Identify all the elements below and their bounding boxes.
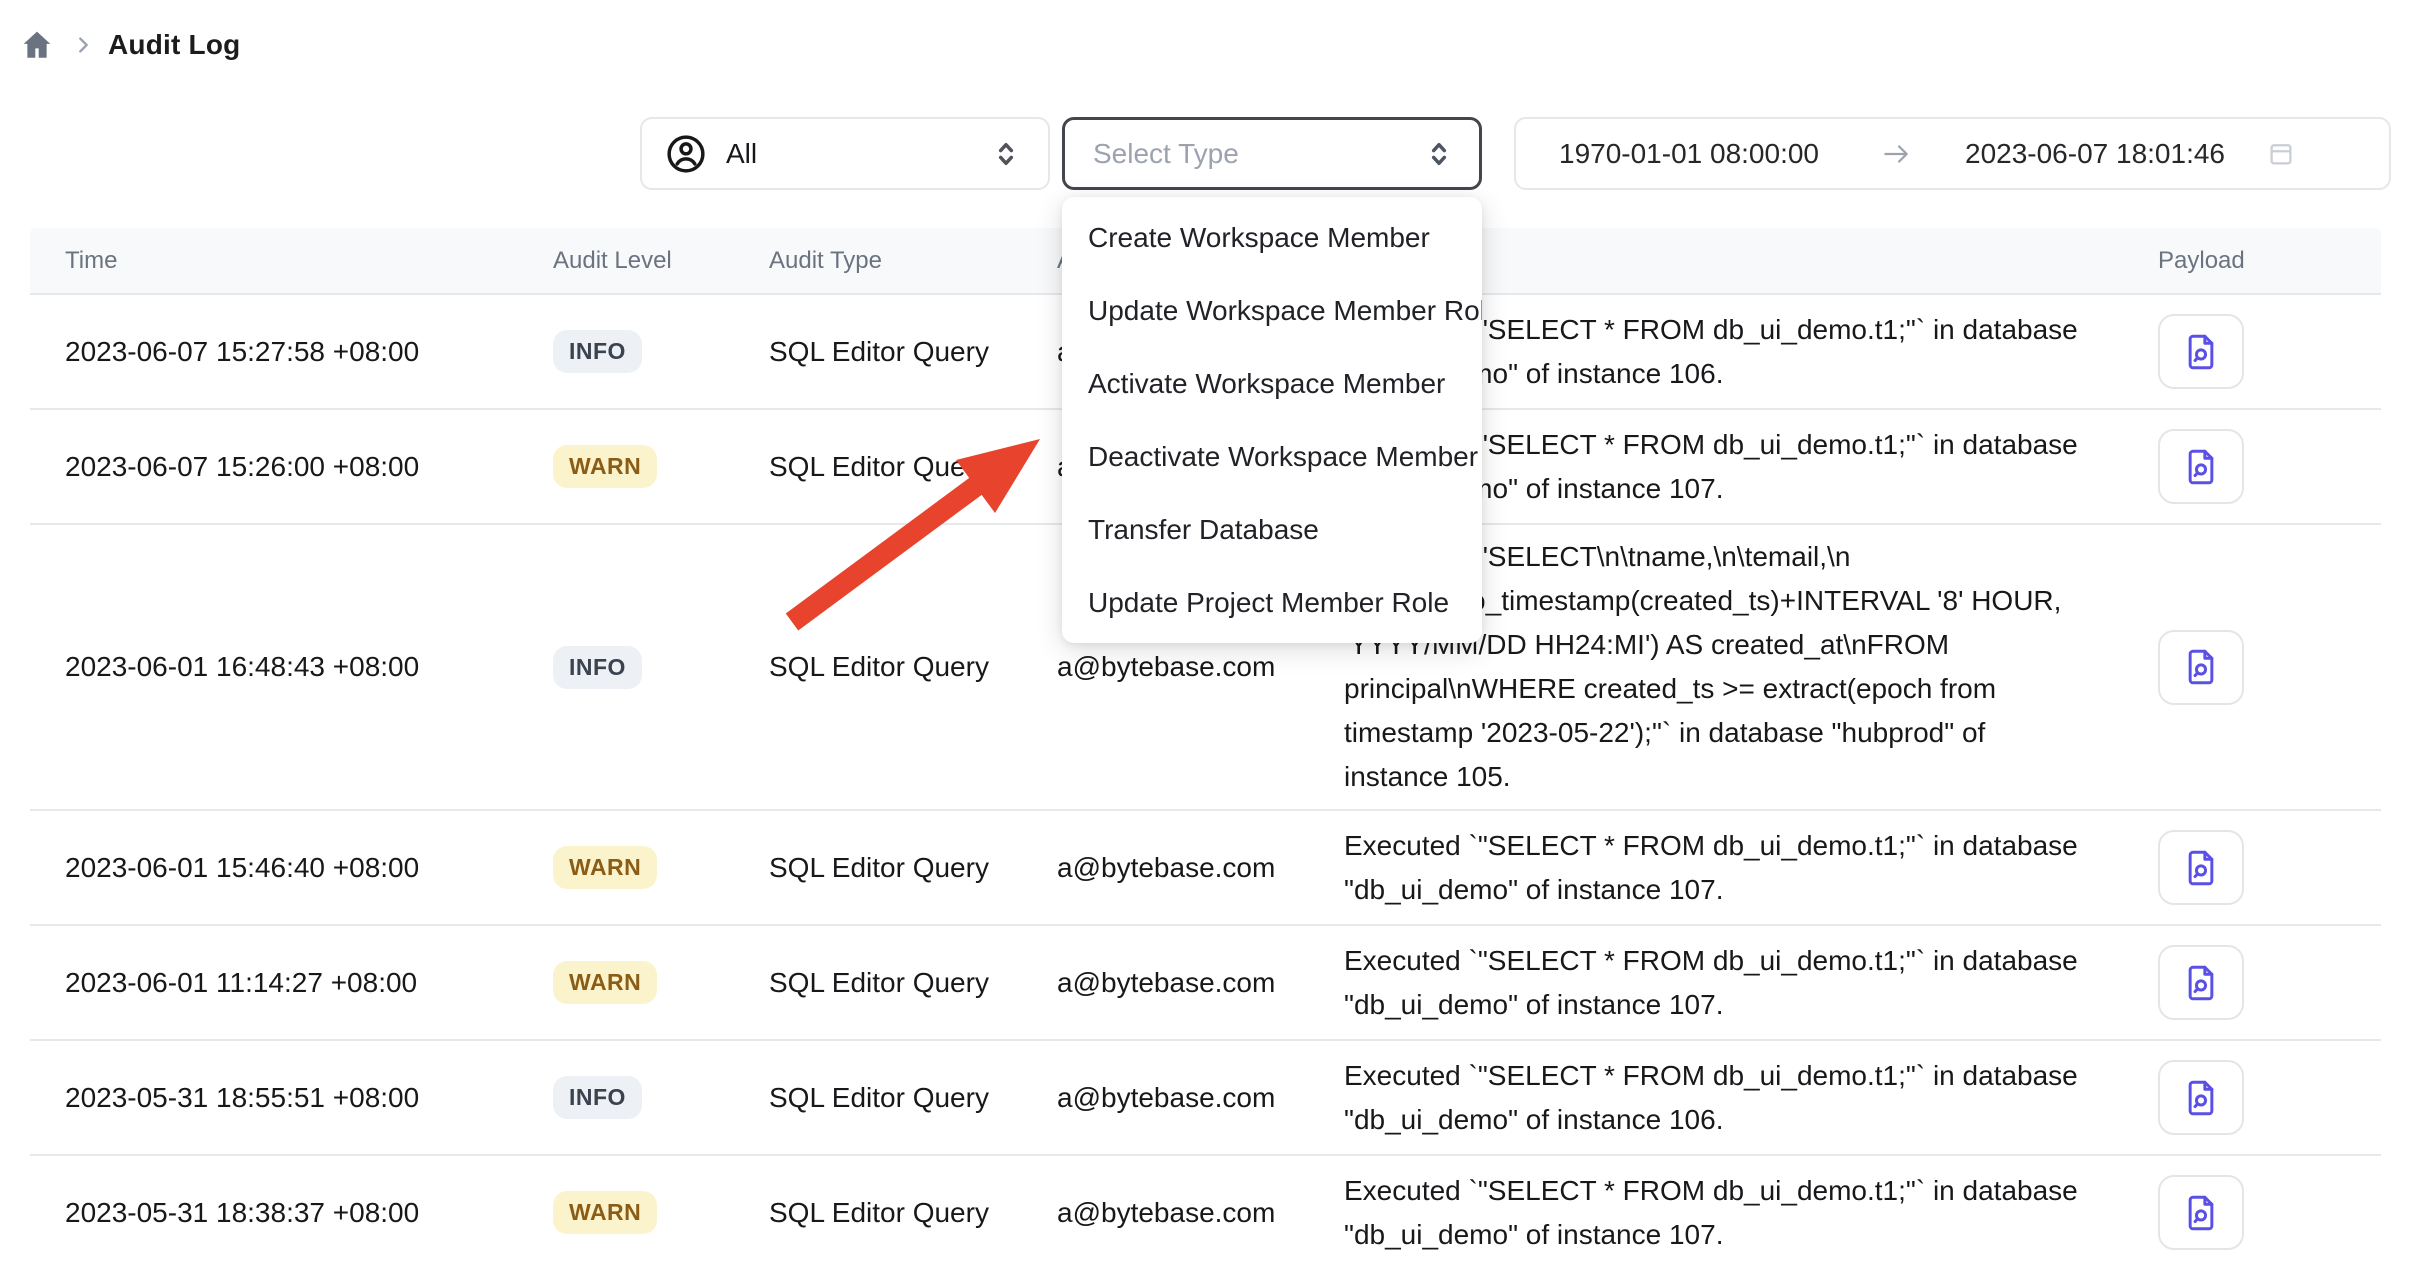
- row-audit-type: SQL Editor Query: [769, 336, 1057, 368]
- actor-filter-select[interactable]: All: [640, 117, 1050, 190]
- audit-level-badge: WARN: [553, 1191, 657, 1234]
- row-comment: Executed `"SELECT * FROM db_ui_demo.t1;"…: [1344, 1044, 2120, 1152]
- row-audit-type: SQL Editor Query: [769, 1197, 1057, 1229]
- file-search-icon: [2180, 1192, 2222, 1234]
- col-header-audit-type: Audit Type: [769, 247, 1057, 275]
- row-audit-type: SQL Editor Query: [769, 651, 1057, 683]
- col-header-audit-level: Audit Level: [553, 247, 769, 275]
- file-search-icon: [2180, 446, 2222, 488]
- row-time: 2023-06-01 15:46:40 +08:00: [65, 852, 553, 884]
- audit-level-badge: INFO: [553, 330, 642, 373]
- audit-level-badge: INFO: [553, 1076, 642, 1119]
- row-comment: Executed `"SELECT * FROM db_ui_demo.t1;"…: [1344, 1159, 2120, 1267]
- chevron-right-icon: [72, 34, 94, 56]
- file-search-icon: [2180, 331, 2222, 373]
- type-menu-option[interactable]: Update Project Member Role: [1062, 566, 1482, 639]
- row-time: 2023-05-31 18:38:37 +08:00: [65, 1197, 553, 1229]
- type-menu-option[interactable]: Transfer Database: [1062, 493, 1482, 566]
- row-audit-type: SQL Editor Query: [769, 967, 1057, 999]
- date-range-end[interactable]: 2023-06-07 18:01:46: [1965, 138, 2225, 170]
- type-select-menu: Create Workspace Member Update Workspace…: [1062, 197, 1482, 643]
- payload-view-button[interactable]: [2158, 1060, 2244, 1135]
- row-audit-type: SQL Editor Query: [769, 451, 1057, 483]
- user-circle-icon: [664, 132, 708, 176]
- file-search-icon: [2180, 962, 2222, 1004]
- breadcrumb: Audit Log: [18, 26, 240, 64]
- audit-level-badge: INFO: [553, 646, 642, 689]
- row-actor: a@bytebase.com: [1057, 852, 1344, 884]
- row-time: 2023-06-07 15:27:58 +08:00: [65, 336, 553, 368]
- file-search-icon: [2180, 1077, 2222, 1119]
- type-menu-option[interactable]: Activate Workspace Member: [1062, 347, 1482, 420]
- row-time: 2023-06-01 11:14:27 +08:00: [65, 967, 553, 999]
- row-actor: a@bytebase.com: [1057, 1197, 1344, 1229]
- file-search-icon: [2180, 646, 2222, 688]
- payload-view-button[interactable]: [2158, 314, 2244, 389]
- payload-view-button[interactable]: [2158, 1175, 2244, 1250]
- row-actor: a@bytebase.com: [1057, 967, 1344, 999]
- audit-level-badge: WARN: [553, 961, 657, 1004]
- calendar-icon: [2266, 139, 2296, 169]
- unfold-icon: [990, 138, 1022, 170]
- type-menu-option[interactable]: Create Workspace Member: [1062, 201, 1482, 274]
- filter-bar: All Select Type 1970-01-01 08:00:00: [0, 117, 2410, 190]
- table-row: 2023-05-31 18:38:37 +08:00 WARN SQL Edit…: [30, 1156, 2381, 1268]
- table-row: 2023-06-01 11:14:27 +08:00 WARN SQL Edit…: [30, 926, 2381, 1041]
- col-header-time: Time: [65, 247, 553, 275]
- arrow-right-icon: [1881, 139, 1911, 169]
- date-range-picker[interactable]: 1970-01-01 08:00:00 2023-06-07 18:01:46: [1514, 117, 2391, 190]
- page-title: Audit Log: [108, 29, 240, 61]
- table-row: 2023-05-31 18:55:51 +08:00 INFO SQL Edit…: [30, 1041, 2381, 1156]
- home-icon[interactable]: [18, 26, 56, 64]
- row-comment: Executed `"SELECT * FROM db_ui_demo.t1;"…: [1344, 814, 2120, 922]
- row-time: 2023-06-07 15:26:00 +08:00: [65, 451, 553, 483]
- payload-view-button[interactable]: [2158, 830, 2244, 905]
- payload-view-button[interactable]: [2158, 945, 2244, 1020]
- type-menu-option[interactable]: Deactivate Workspace Member: [1062, 420, 1482, 493]
- row-comment: Executed `"SELECT * FROM db_ui_demo.t1;"…: [1344, 929, 2120, 1037]
- row-actor: a@bytebase.com: [1057, 1082, 1344, 1114]
- row-time: 2023-06-01 16:48:43 +08:00: [65, 651, 553, 683]
- type-filter-select[interactable]: Select Type: [1062, 117, 1482, 190]
- table-row: 2023-06-01 15:46:40 +08:00 WARN SQL Edit…: [30, 811, 2381, 926]
- row-audit-type: SQL Editor Query: [769, 1082, 1057, 1114]
- file-search-icon: [2180, 847, 2222, 889]
- col-header-payload: Payload: [2120, 247, 2410, 275]
- type-filter-placeholder: Select Type: [1093, 138, 1423, 170]
- actor-filter-value: All: [726, 138, 990, 170]
- audit-level-badge: WARN: [553, 846, 657, 889]
- unfold-icon: [1423, 138, 1455, 170]
- payload-view-button[interactable]: [2158, 630, 2244, 705]
- audit-log-page: Audit Log All Select Type: [0, 0, 2410, 1268]
- row-actor: a@bytebase.com: [1057, 651, 1344, 683]
- audit-level-badge: WARN: [553, 445, 657, 488]
- payload-view-button[interactable]: [2158, 429, 2244, 504]
- date-range-start[interactable]: 1970-01-01 08:00:00: [1559, 138, 1819, 170]
- row-time: 2023-05-31 18:55:51 +08:00: [65, 1082, 553, 1114]
- type-menu-option[interactable]: Update Workspace Member Role: [1062, 274, 1482, 347]
- row-audit-type: SQL Editor Query: [769, 852, 1057, 884]
